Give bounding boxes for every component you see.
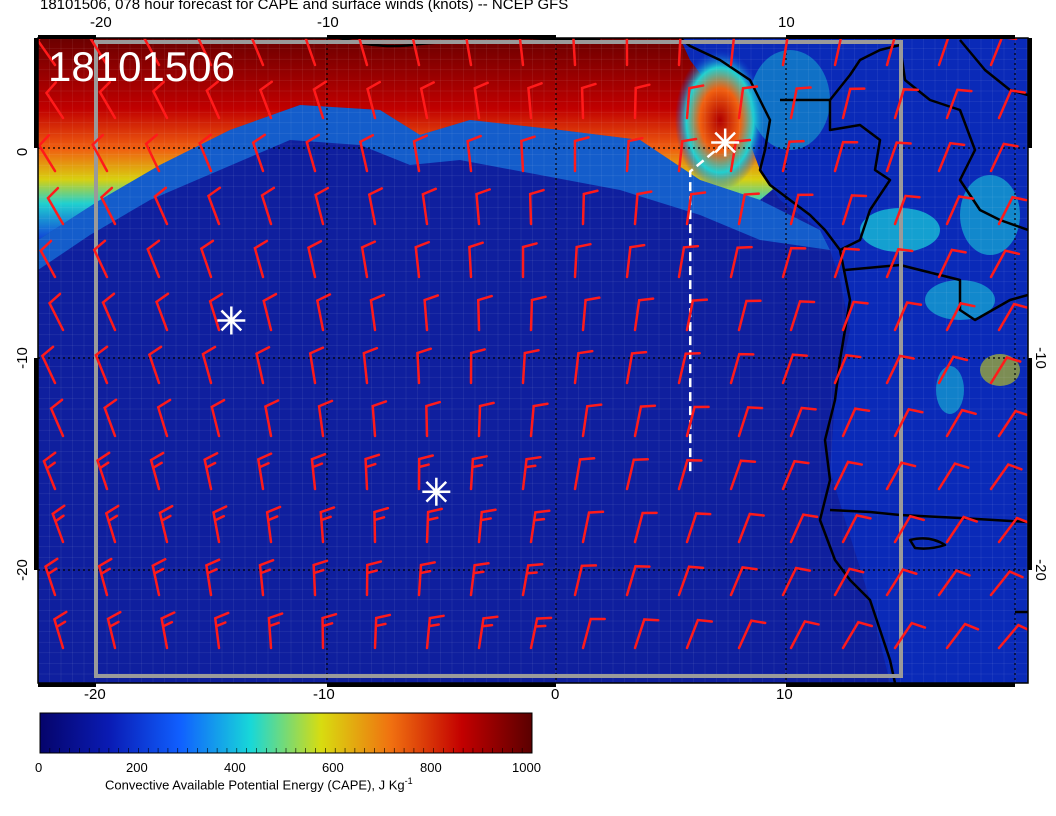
y-tick-right: -10 xyxy=(1032,347,1049,369)
colorbar-tick: 1000 xyxy=(512,760,541,775)
date-stamp: 18101506 xyxy=(48,43,235,90)
x-tick-bottom: -20 xyxy=(84,686,106,703)
storm-marker-icon xyxy=(711,128,740,157)
x-tick-bottom: 0 xyxy=(551,686,559,703)
x-tick-top: -20 xyxy=(90,14,112,31)
colorbar-tick: 200 xyxy=(126,760,148,775)
y-tick-left: 0 xyxy=(14,148,31,156)
land-cape-patch xyxy=(675,50,765,190)
x-tick-top: 10 xyxy=(778,14,795,31)
x-tick-bottom: -10 xyxy=(313,686,335,703)
storm-marker-icon xyxy=(217,306,246,335)
colorbar xyxy=(39,712,533,754)
y-tick-left: -20 xyxy=(14,559,31,581)
cape-wind-map: 18101506 -20 -10 10 -20 -10 0 10 0 -10 -… xyxy=(14,14,1049,754)
colorbar-title: Convective Available Potential Energy (C… xyxy=(105,776,413,792)
x-tick-top: -10 xyxy=(317,14,339,31)
land-cape-patch xyxy=(936,366,964,414)
storm-marker-icon xyxy=(422,477,451,506)
colorbar-title-text: Convective Available Potential Energy (C… xyxy=(105,777,405,793)
x-tick-bottom: 10 xyxy=(776,686,793,703)
colorbar-tick: 800 xyxy=(420,760,442,775)
colorbar-tick: 400 xyxy=(224,760,246,775)
y-tick-left: -10 xyxy=(14,347,31,369)
colorbar-tick: 0 xyxy=(35,760,43,775)
colorbar-title-superscript: -1 xyxy=(404,776,413,786)
colorbar-tick: 600 xyxy=(322,760,344,775)
y-tick-right: -20 xyxy=(1032,559,1049,581)
